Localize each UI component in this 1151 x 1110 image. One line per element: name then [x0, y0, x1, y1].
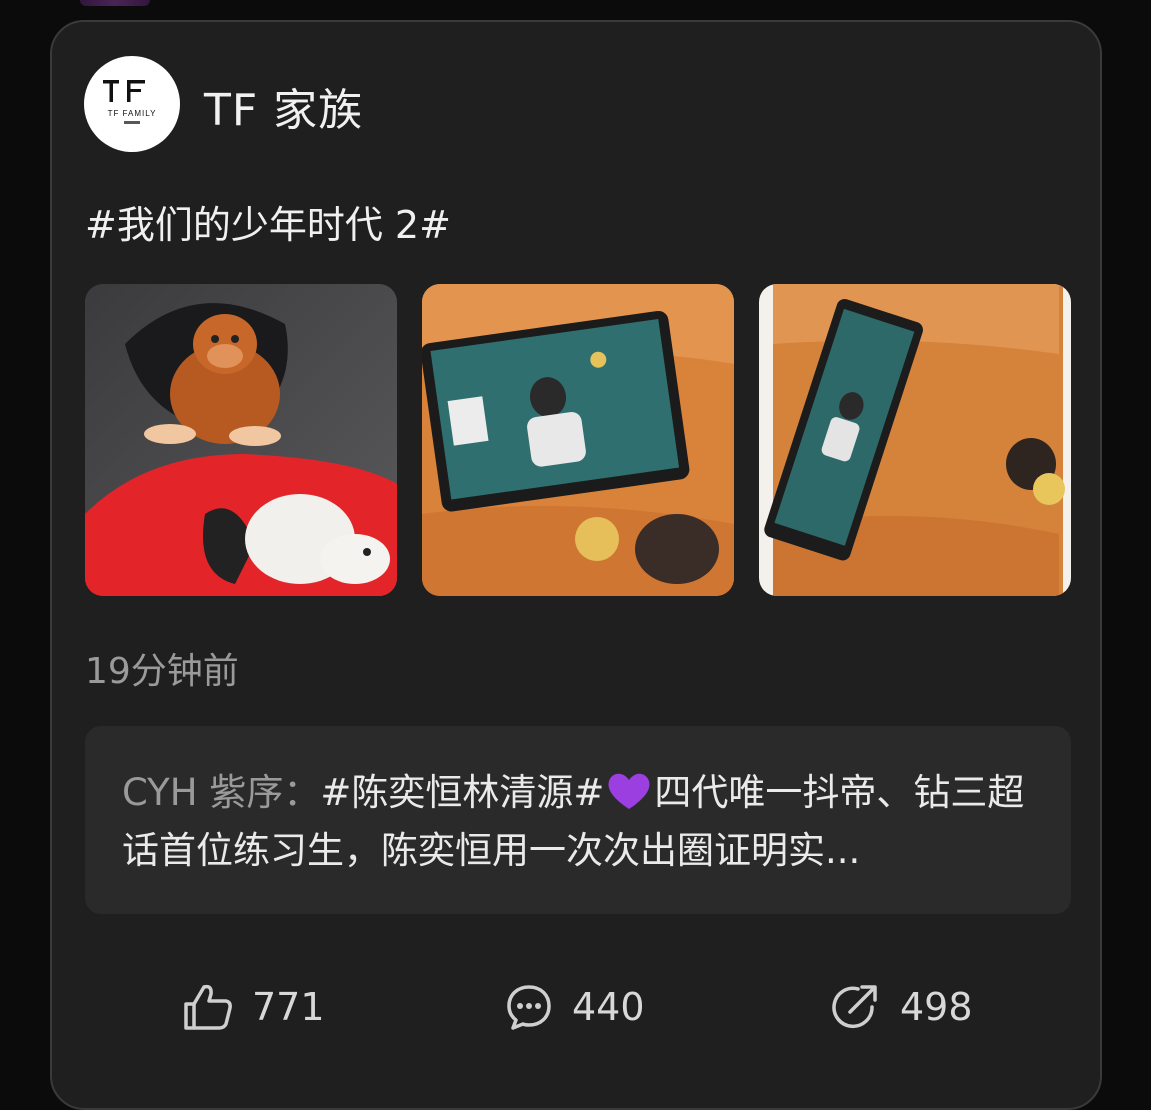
share-button[interactable]: 498 [830, 972, 973, 1042]
post-time: 19分钟前 [85, 651, 239, 692]
action-bar: 771 440 498 [52, 972, 1100, 1042]
share-count: 498 [900, 985, 973, 1029]
repost-preview[interactable]: CYH 紫序：#陈奕恒林清源# 四代唯一抖帝、钻三超话首位练习生，陈奕恒用一次次出… [85, 726, 1071, 914]
comment-button[interactable]: 440 [504, 972, 645, 1042]
repost-hashtag[interactable]: #陈奕恒林清源# [320, 771, 604, 814]
post-card[interactable]: TF FAMILY TF 家族 #我们的少年时代 2# 19分钟前 CYH 紫序… [50, 20, 1102, 1110]
avatar[interactable]: TF FAMILY [84, 56, 180, 152]
post-image-2[interactable] [422, 284, 734, 596]
share-icon [832, 985, 877, 1029]
svg-text:TF FAMILY: TF FAMILY [108, 109, 157, 118]
post-image-1[interactable] [85, 284, 397, 596]
post-image-3[interactable] [759, 284, 1071, 596]
comment-count: 440 [572, 985, 645, 1029]
comment-icon [507, 985, 551, 1030]
tf-family-logo: TF FAMILY [103, 80, 157, 124]
image-grid [85, 284, 1071, 596]
repost-author[interactable]: CYH 紫序： [122, 771, 320, 814]
like-count: 771 [252, 985, 325, 1029]
like-button[interactable]: 771 [182, 972, 325, 1042]
account-name[interactable]: TF 家族 [204, 74, 363, 138]
status-bar-glow [80, 0, 150, 6]
topic-hashtag[interactable]: #我们的少年时代 2# [85, 194, 451, 249]
purple-heart-icon [608, 773, 650, 809]
thumbs-up-icon [184, 984, 232, 1030]
